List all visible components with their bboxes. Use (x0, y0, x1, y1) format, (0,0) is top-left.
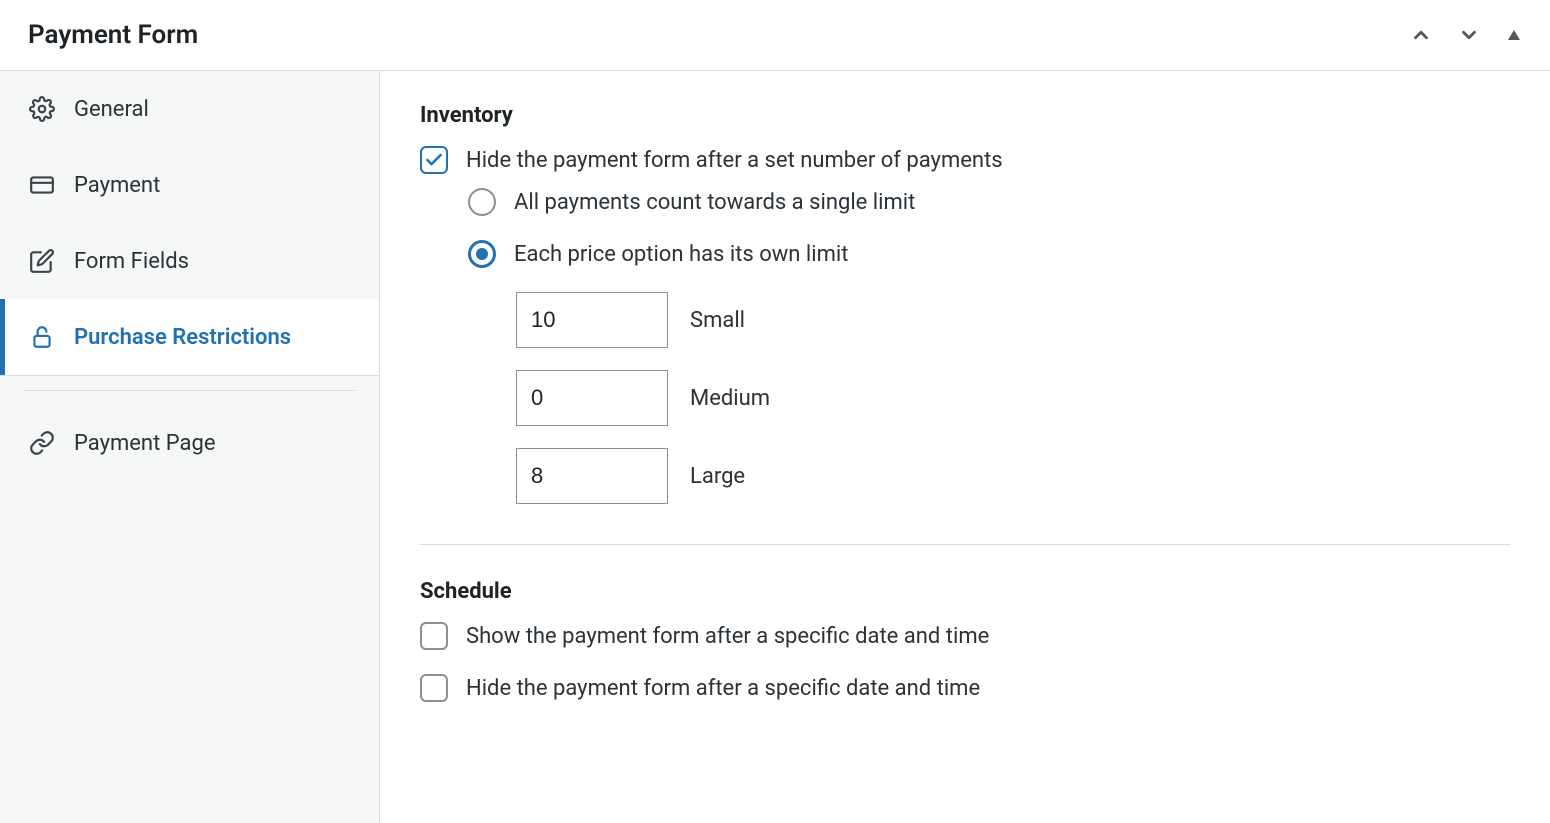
sidebar-item-payment-page[interactable]: Payment Page (0, 405, 379, 481)
payment-form-panel: Payment Form General (0, 0, 1550, 820)
chevron-down-icon[interactable] (1458, 24, 1480, 46)
sidebar-item-purchase-restrictions[interactable]: Purchase Restrictions (0, 299, 379, 375)
limit-row-large: Large (420, 448, 1510, 504)
panel-body: General Payment Form Fields (0, 71, 1550, 823)
limit-label-large: Large (690, 464, 745, 489)
panel-title: Payment Form (28, 20, 198, 50)
inventory-section-title: Inventory (420, 103, 1510, 128)
chevron-up-icon[interactable] (1410, 24, 1432, 46)
limit-label-small: Small (690, 308, 745, 333)
sidebar-item-label: Form Fields (74, 249, 189, 274)
limit-mode-radios: All payments count towards a single limi… (420, 188, 1510, 268)
schedule-hide-checkbox[interactable] (420, 674, 448, 702)
panel-controls (1410, 24, 1522, 46)
limit-input-large[interactable] (516, 448, 668, 504)
schedule-hide-row: Hide the payment form after a specific d… (420, 674, 1510, 702)
radio-all-payments[interactable] (468, 188, 496, 216)
card-icon (28, 171, 56, 199)
limit-label-medium: Medium (690, 386, 770, 411)
limit-row-medium: Medium (420, 370, 1510, 426)
edit-icon (28, 247, 56, 275)
sidebar-item-general[interactable]: General (0, 71, 379, 147)
radio-row-all: All payments count towards a single limi… (420, 188, 1510, 216)
sidebar: General Payment Form Fields (0, 71, 380, 823)
radio-all-label: All payments count towards a single limi… (514, 190, 915, 215)
sidebar-divider (24, 390, 355, 391)
schedule-show-label: Show the payment form after a specific d… (466, 624, 989, 649)
content-area: Inventory Hide the payment form after a … (380, 71, 1550, 823)
triangle-up-icon[interactable] (1506, 27, 1522, 43)
sidebar-item-payment[interactable]: Payment (0, 147, 379, 223)
limit-input-medium[interactable] (516, 370, 668, 426)
panel-header: Payment Form (0, 0, 1550, 71)
lock-icon (28, 323, 56, 351)
hide-after-payments-row: Hide the payment form after a set number… (420, 146, 1510, 174)
radio-each-option[interactable] (468, 240, 496, 268)
section-divider (420, 544, 1510, 545)
sidebar-item-label: General (74, 97, 149, 122)
sidebar-item-label: Purchase Restrictions (74, 325, 291, 350)
sidebar-group-main: General Payment Form Fields (0, 71, 379, 376)
radio-row-each: Each price option has its own limit (420, 240, 1510, 268)
schedule-show-checkbox[interactable] (420, 622, 448, 650)
limit-row-small: Small (420, 292, 1510, 348)
schedule-hide-label: Hide the payment form after a specific d… (466, 676, 980, 701)
sidebar-item-form-fields[interactable]: Form Fields (0, 223, 379, 299)
hide-after-payments-label: Hide the payment form after a set number… (466, 148, 1003, 173)
sidebar-item-label: Payment (74, 173, 160, 198)
link-icon (28, 429, 56, 457)
limit-input-small[interactable] (516, 292, 668, 348)
sidebar-item-label: Payment Page (74, 431, 216, 456)
hide-after-payments-checkbox[interactable] (420, 146, 448, 174)
radio-each-label: Each price option has its own limit (514, 242, 848, 267)
gear-icon (28, 95, 56, 123)
schedule-section-title: Schedule (420, 579, 1510, 604)
schedule-show-row: Show the payment form after a specific d… (420, 622, 1510, 650)
